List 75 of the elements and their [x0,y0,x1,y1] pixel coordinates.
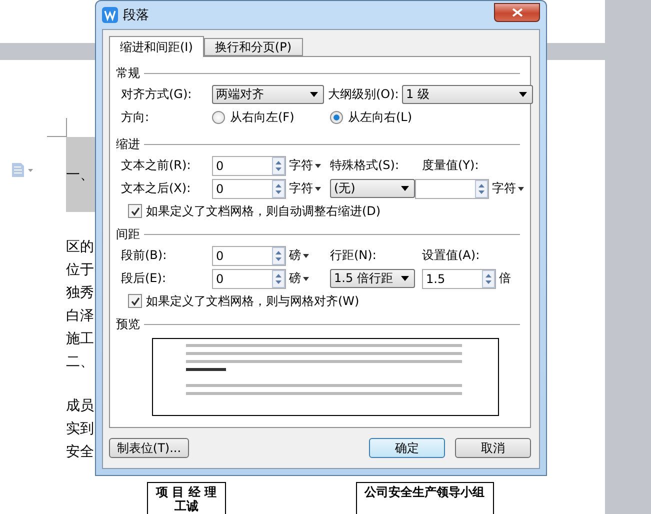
field-label: 特殊格式(S): [330,157,400,174]
field-label: 段后(E): [121,270,167,287]
radio-option[interactable]: 从左向右(L) [330,109,448,126]
document-text: 施工 [66,330,95,348]
alignment-select[interactable]: 两端对齐 [212,85,324,104]
highlighted-heading: 一、 [66,137,96,212]
ok-button[interactable]: 确定 [369,438,445,458]
unit-dropdown[interactable]: 磅 [286,270,330,287]
field-label: 行距(N): [330,247,378,264]
caret-icon [315,164,321,168]
spinner-icon [272,180,285,198]
field-label: 度量值(Y): [422,157,480,174]
tab[interactable]: 换行和分页(P) [204,38,303,56]
spinner-icon [475,180,488,198]
field-label: 文本之前(R): [121,157,192,174]
document-text: 实到 [66,420,95,438]
margin-corner-mark [47,118,67,137]
tab[interactable]: 缩进和间距(I) [109,36,204,57]
org-chart-box: 项 目 经 理 工诚 [147,482,226,514]
unit-label: 倍 [498,270,512,287]
outline-select[interactable]: 1 级 [402,85,533,104]
caret-icon [519,92,527,97]
caret-icon [303,276,309,280]
number-field[interactable]: 0 [212,178,286,198]
unit-dropdown[interactable]: 字符 [286,157,330,174]
line-spacing-select[interactable]: 1.5 倍行距 [330,269,415,288]
unit-dropdown[interactable]: 字符 [489,180,529,197]
document-text: 独秀 [66,284,95,302]
number-field[interactable]: 0 [212,246,286,266]
caret-icon [303,254,309,258]
checkbox-option[interactable]: 如果定义了文档网格，则自动调整右缩进(D) [116,200,520,222]
special-format-select[interactable]: (无) [330,179,415,198]
cancel-button[interactable]: 取消 [455,438,531,458]
org-chart-box: 公司安全生产领导小组 [356,482,494,514]
caret-icon [401,276,409,281]
caret-icon [310,92,318,97]
field-label: 大纲级别(O): [327,86,400,103]
checkmark-icon [130,296,140,306]
section-title: 常规 [116,64,140,82]
field-label: 方向: [121,109,150,126]
caret-icon [315,186,321,190]
document-text: 二、 [66,353,95,371]
window-title: 段落 [123,7,149,24]
number-field[interactable]: 1.5 [422,268,496,288]
number-field[interactable]: 0 [212,156,286,176]
radio-option[interactable]: 从右向左(F) [212,109,330,126]
document-icon [11,163,33,177]
close-button[interactable] [494,3,540,22]
caret-icon [518,186,524,190]
spinner-icon [482,270,495,288]
measure-field[interactable] [415,178,489,198]
close-icon [512,8,522,17]
spinner-icon [272,270,285,288]
checkmark-icon [130,206,140,216]
number-field[interactable]: 0 [212,268,286,288]
field-label: 文本之后(X): [121,180,192,197]
section-title: 缩进 [116,136,140,152]
field-label: 设置值(A): [422,247,481,264]
document-text: 区的 [66,238,95,256]
caret-icon [401,186,409,191]
section-title: 预览 [116,316,140,332]
app-logo-icon [102,7,118,23]
section-title: 间距 [116,226,140,242]
field-label: 段前(B): [121,247,168,264]
tabs-button[interactable]: 制表位(T)... [109,438,189,458]
unit-dropdown[interactable]: 磅 [286,247,330,264]
document-text: 安全 [66,443,95,461]
checkbox-option[interactable]: 如果定义了文档网格，则与网格对齐(W) [116,290,520,312]
field-label: 对齐方式(G): [121,86,193,103]
document-text: 位于 [66,261,95,279]
spinner-icon [272,156,285,174]
document-text: 成员 [66,397,95,415]
document-text: 白泽 [66,307,95,325]
unit-dropdown[interactable]: 字符 [286,180,330,197]
spinner-icon [272,246,285,264]
